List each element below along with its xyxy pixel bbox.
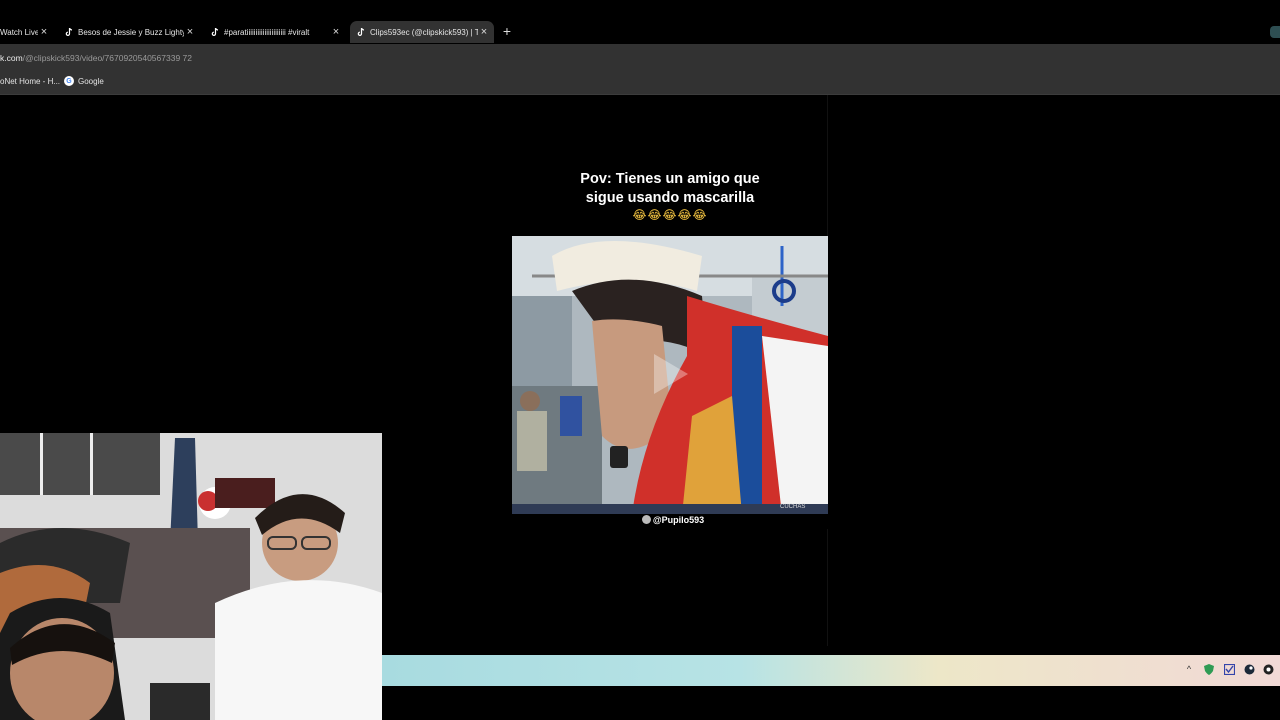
google-icon: G xyxy=(64,76,74,86)
profile-button[interactable] xyxy=(1270,26,1280,38)
tab-watch-live[interactable]: Watch Live × xyxy=(0,21,54,43)
steam-icon[interactable] xyxy=(1243,663,1255,675)
checkbox-icon[interactable] xyxy=(1223,663,1235,675)
chevron-up-icon[interactable]: ^ xyxy=(1183,663,1195,675)
video-player[interactable]: CUCHAS xyxy=(512,236,828,515)
bookmark-onet-home[interactable]: oNet Home - H... xyxy=(0,72,60,90)
tab-close-icon[interactable]: × xyxy=(478,26,490,38)
address-host: k.com xyxy=(0,53,23,63)
credit-username: @Pupilo593 xyxy=(652,515,705,525)
new-tab-button[interactable]: + xyxy=(500,24,514,38)
play-icon[interactable] xyxy=(654,354,688,394)
tab-paratii-viral[interactable]: #paratiiiiiiiiiiiiiiiiiiiiii #viralt × xyxy=(204,21,346,43)
tab-title: Clips593ec (@clipskick593) | Tik xyxy=(370,27,478,37)
tab-title: Besos de Jessie y Buzz Lightyear xyxy=(78,27,184,37)
video-caption: Pov: Tienes un amigo que sigue usando ma… xyxy=(540,170,800,208)
obs-icon[interactable] xyxy=(1262,663,1274,675)
bookmarks-bar: oNet Home - H... G Google xyxy=(0,72,1280,95)
user-avatar-icon xyxy=(641,515,651,524)
tiktok-icon xyxy=(356,27,366,37)
windows-taskbar: ^ xyxy=(382,655,1280,686)
tab-besos-jessie-buzz[interactable]: Besos de Jessie y Buzz Lightyear × xyxy=(58,21,200,43)
address-bar[interactable]: k.com/@clipskick593/video/76709205405673… xyxy=(0,49,1280,67)
bookmark-label: Google xyxy=(78,76,104,86)
bookmark-label: oNet Home - H... xyxy=(0,76,61,86)
browser-tab-strip: Watch Live × Besos de Jessie y Buzz Ligh… xyxy=(0,0,1280,44)
caption-line-2: sigue usando mascarilla xyxy=(585,190,755,206)
tab-close-icon[interactable]: × xyxy=(38,26,50,38)
video-credit[interactable]: @Pupilo593 xyxy=(600,515,746,525)
tab-close-icon[interactable]: × xyxy=(184,26,196,38)
tab-title: #paratiiiiiiiiiiiiiiiiiiiiii #viralt xyxy=(224,27,310,37)
caption-emojis: 😂😂😂😂😂 xyxy=(632,208,708,222)
shield-icon[interactable] xyxy=(1203,663,1215,675)
bookmark-google[interactable]: G Google xyxy=(64,72,104,90)
tiktok-icon xyxy=(210,27,220,37)
screen-bottom xyxy=(382,686,1280,720)
video-watermark: CUCHAS xyxy=(780,504,806,510)
address-path: /@clipskick593/video/7670920540567339 72 xyxy=(22,53,192,63)
tab-close-icon[interactable]: × xyxy=(330,26,342,38)
webcam-overlay xyxy=(0,433,382,720)
tab-clips593ec-active[interactable]: Clips593ec (@clipskick593) | Tik × xyxy=(350,21,494,43)
tab-title: Watch Live xyxy=(0,27,38,37)
tiktok-icon xyxy=(64,27,74,37)
webcam-feed-image xyxy=(0,433,382,720)
caption-line-1: Pov: Tienes un amigo que xyxy=(580,171,760,187)
